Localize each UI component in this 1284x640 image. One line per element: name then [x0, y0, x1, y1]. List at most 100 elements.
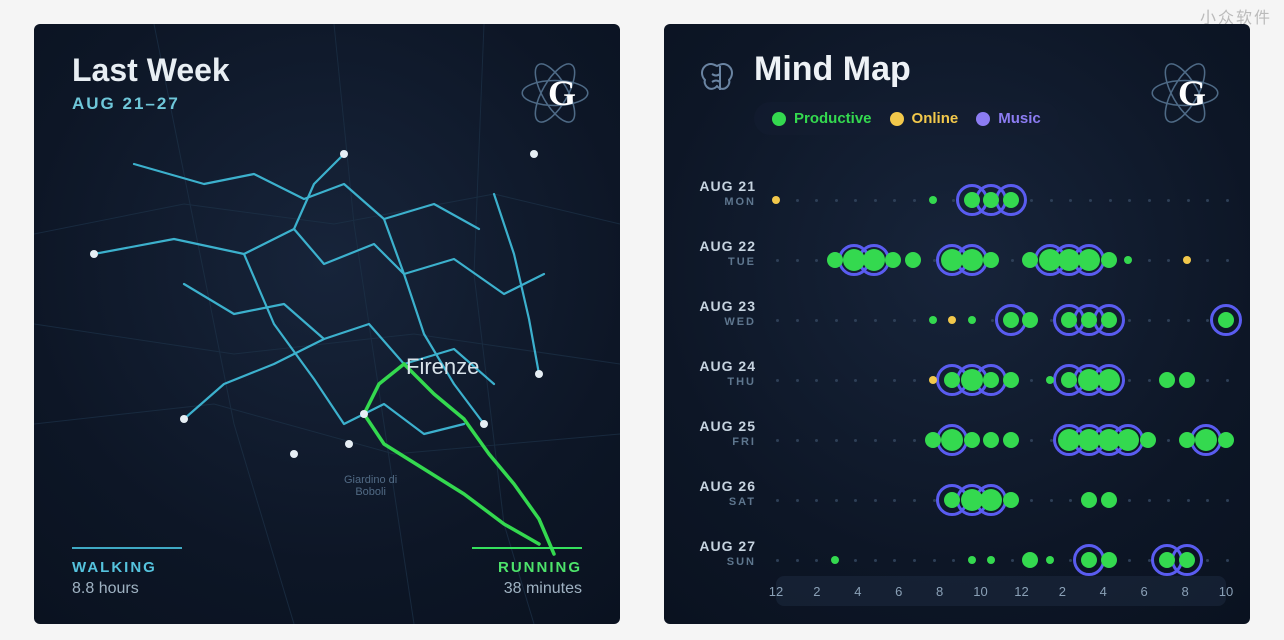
data-point — [983, 372, 999, 388]
data-point — [968, 316, 976, 324]
row-dow: WED — [690, 316, 756, 328]
axis-tick: 2 — [1059, 584, 1066, 599]
data-point — [929, 316, 937, 324]
legend-music: Music — [976, 110, 1041, 127]
data-point — [1022, 552, 1038, 568]
data-point — [961, 369, 983, 391]
data-point — [863, 249, 885, 271]
data-point — [929, 196, 937, 204]
data-point — [964, 432, 980, 448]
row-date: AUG 22 — [690, 238, 756, 254]
axis-tick: 4 — [854, 584, 861, 599]
walking-value: 8.8 hours — [72, 580, 182, 598]
data-point — [964, 192, 980, 208]
data-point — [1218, 432, 1234, 448]
axis-tick: 10 — [973, 584, 987, 599]
data-point — [1003, 432, 1019, 448]
data-point — [1101, 552, 1117, 568]
data-point — [1218, 312, 1234, 328]
data-point — [905, 252, 921, 268]
data-point — [1183, 256, 1191, 264]
data-point — [1003, 492, 1019, 508]
data-point — [772, 196, 780, 204]
row-dow: TUE — [690, 256, 756, 268]
data-point — [1046, 556, 1054, 564]
data-point — [1117, 429, 1139, 451]
data-point — [1179, 432, 1195, 448]
axis-tick: 10 — [1219, 584, 1233, 599]
data-point — [885, 252, 901, 268]
running-label: RUNNING — [472, 559, 582, 576]
data-point — [1179, 372, 1195, 388]
row-dow: FRI — [690, 436, 756, 448]
poi-giardino: Giardino di Boboli — [344, 474, 397, 498]
row-date: AUG 25 — [690, 418, 756, 434]
day-row: AUG 25 FRI — [664, 410, 1250, 470]
axis-tick: 2 — [813, 584, 820, 599]
data-point — [980, 489, 1002, 511]
row-date: AUG 21 — [690, 178, 756, 194]
data-point — [1081, 552, 1097, 568]
data-point — [1159, 372, 1175, 388]
running-stat: RUNNING 38 minutes — [472, 547, 582, 598]
row-track — [776, 230, 1226, 290]
walking-label: WALKING — [72, 559, 182, 576]
last-week-title: Last Week — [72, 52, 230, 89]
data-point — [1046, 376, 1054, 384]
data-point — [1061, 312, 1077, 328]
data-point — [1179, 552, 1195, 568]
data-point — [983, 432, 999, 448]
day-row: AUG 21 MON — [664, 170, 1250, 230]
data-point — [1081, 312, 1097, 328]
row-date: AUG 26 — [690, 478, 756, 494]
axis-tick: 6 — [895, 584, 902, 599]
day-row: AUG 22 TUE — [664, 230, 1250, 290]
mind-map-card: Mind Map G ProductiveOnlineMusic AUG 21M… — [664, 24, 1250, 624]
row-dow: SAT — [690, 496, 756, 508]
axis-tick: 6 — [1141, 584, 1148, 599]
chart-rows: AUG 21MONAUG 22TUEAUG 23WEDAUG 24THUAUG … — [664, 170, 1250, 564]
row-track — [776, 290, 1226, 350]
data-point — [1159, 552, 1175, 568]
data-point — [987, 556, 995, 564]
data-point — [925, 432, 941, 448]
day-row: AUG 23 WED — [664, 290, 1250, 350]
data-point — [941, 429, 963, 451]
data-point — [1022, 252, 1038, 268]
axis-tick: 8 — [936, 584, 943, 599]
last-week-date-range: AUG 21–27 — [72, 94, 180, 114]
data-point — [968, 556, 976, 564]
row-date: AUG 23 — [690, 298, 756, 314]
row-dow: SUN — [690, 556, 756, 568]
data-point — [944, 492, 960, 508]
row-dow: THU — [690, 376, 756, 388]
data-point — [1081, 492, 1097, 508]
data-point — [1078, 249, 1100, 271]
axis-tick: 12 — [769, 584, 783, 599]
data-point — [961, 249, 983, 271]
row-dow: MON — [690, 196, 756, 208]
data-point — [983, 192, 999, 208]
last-week-card: Last Week AUG 21–27 Firenze Giardino di … — [34, 24, 620, 624]
data-point — [1101, 252, 1117, 268]
data-point — [1061, 372, 1077, 388]
axis-tick: 4 — [1100, 584, 1107, 599]
data-point — [1003, 312, 1019, 328]
data-point — [1101, 312, 1117, 328]
x-axis: 1224681012246810 — [776, 576, 1226, 606]
data-point — [1003, 192, 1019, 208]
mind-map-title: Mind Map — [754, 50, 911, 89]
data-point — [831, 556, 839, 564]
axis-tick: 8 — [1181, 584, 1188, 599]
walking-stat: WALKING 8.8 hours — [72, 547, 182, 598]
data-point — [1124, 256, 1132, 264]
brain-icon — [698, 60, 742, 96]
day-row: AUG 24THU — [664, 350, 1250, 410]
row-track — [776, 470, 1226, 530]
row-date: AUG 27 — [690, 538, 756, 554]
data-point — [944, 372, 960, 388]
brand-logo: G — [1178, 72, 1206, 114]
city-label: Firenze — [406, 354, 479, 380]
data-point — [1098, 369, 1120, 391]
row-track — [776, 410, 1226, 470]
